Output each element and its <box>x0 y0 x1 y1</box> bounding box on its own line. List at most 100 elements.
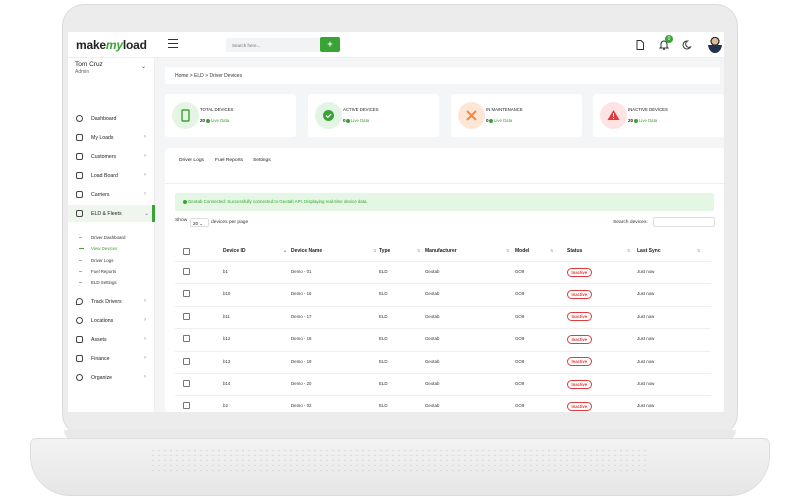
stat-icon-circle <box>600 102 627 129</box>
sort-asc-icon[interactable]: ▲ <box>283 248 287 253</box>
stat-label: INACTIVE DEVICES <box>628 107 668 112</box>
sort-icon[interactable]: ⇅ <box>373 248 376 253</box>
location-pin-icon <box>76 298 83 305</box>
stat-card-active-devices: ACTIVE DEVICES 0 Live Data <box>308 94 439 137</box>
row-divider <box>175 395 711 397</box>
sort-icon[interactable]: ⇅ <box>506 248 509 253</box>
gauge-icon <box>76 115 83 122</box>
sidebar-item-dashboard[interactable]: Dashboard <box>68 110 155 127</box>
row-checkbox[interactable] <box>183 380 190 387</box>
search-devices-input[interactable] <box>653 217 715 227</box>
table-cell: Just now <box>637 291 655 297</box>
live-data-indicator: Live Data <box>634 118 657 123</box>
select-all-checkbox[interactable] <box>183 248 190 255</box>
chart-icon <box>76 172 83 179</box>
check-circle-icon <box>323 110 334 121</box>
column-header-device-id[interactable]: Device ID <box>223 248 246 254</box>
app-logo[interactable]: makemyload <box>76 38 147 52</box>
user-name[interactable]: Tom Cruz <box>75 61 103 68</box>
sidebar-subitem-eld-settings[interactable]: ELD Settings <box>79 280 117 285</box>
show-label: Show <box>175 218 188 223</box>
column-header-last-sync[interactable]: Last Sync <box>637 248 661 254</box>
row-checkbox[interactable] <box>183 357 190 365</box>
stat-icon-circle <box>172 102 199 129</box>
notification-count-badge: 0 <box>665 35 673 43</box>
breadcrumb[interactable]: Home > ELD > Driver Devices <box>165 67 720 84</box>
sidebar: Tom Cruz Admin ⌄ Dashboard My Loads › Cu… <box>68 58 155 412</box>
tab-driver-logs[interactable]: Driver Logs <box>179 158 204 163</box>
sort-icon[interactable]: ⇅ <box>697 248 700 253</box>
stat-card-total-devices: TOTAL DEVICES 20 Live Data <box>165 94 296 137</box>
logo-my: my <box>105 38 123 52</box>
chevron-right-icon: › <box>144 355 146 361</box>
logo-prefix: make <box>76 38 106 52</box>
tab-settings[interactable]: Settings <box>253 158 271 163</box>
table-cell: Demo - 01 <box>291 269 312 274</box>
table-cell: Demo - 18 <box>291 336 312 342</box>
row-checkbox[interactable] <box>183 335 190 343</box>
sidebar-subitem-fuel-reports[interactable]: Fuel Reports <box>78 269 116 274</box>
search-input[interactable] <box>226 38 321 52</box>
row-divider <box>175 261 711 262</box>
table-cell: Just now <box>637 403 655 409</box>
document-icon[interactable] <box>634 39 646 51</box>
column-header-device-name[interactable]: Device Name <box>291 248 322 254</box>
avatar[interactable] <box>708 35 722 53</box>
chevron-right-icon: › <box>144 134 146 140</box>
sidebar-item-customers[interactable]: Customers › <box>68 148 155 165</box>
sidebar-item-eld-fleets[interactable]: ELD & Fleets ⌄ <box>68 205 155 222</box>
map-pin-icon <box>76 317 83 324</box>
column-header-type[interactable]: Type <box>379 248 390 254</box>
sidebar-item-track-drivers[interactable]: Track Drivers › <box>68 293 155 310</box>
table-cell: Demo - 16 <box>291 291 312 297</box>
sidebar-item-carriers[interactable]: Carriers › <box>68 186 155 203</box>
sort-icon[interactable]: ⇅ <box>627 248 630 253</box>
sidebar-subitem-driver-logs[interactable]: Driver Logs <box>78 258 113 263</box>
sidebar-item-label: ELD & Fleets <box>91 211 122 217</box>
sort-icon[interactable]: ⇅ <box>550 248 553 253</box>
table-cell: Geotab <box>425 358 440 364</box>
tab-fuel-reports[interactable]: Fuel Reports <box>215 158 243 163</box>
row-checkbox[interactable] <box>183 312 190 320</box>
sidebar-item-organize[interactable]: Organize › <box>68 369 155 386</box>
column-header-status[interactable]: Status <box>567 248 582 254</box>
sidebar-item-finance[interactable]: Finance › <box>68 350 155 367</box>
status-badge: Inactive <box>567 379 592 389</box>
table-cell: Just now <box>637 381 655 386</box>
status-badge: Inactive <box>567 401 592 411</box>
table-cell: GO9 <box>515 291 525 297</box>
status-badge: Inactive <box>567 357 592 367</box>
sort-icon[interactable]: ⇅ <box>417 248 420 253</box>
hamburger-menu-icon[interactable] <box>168 39 178 48</box>
sidebar-subitem-driver-dashboard[interactable]: Driver Dashboard <box>78 235 125 240</box>
status-badge: Inactive <box>567 334 592 344</box>
sidebar-item-load-board[interactable]: Load Board › <box>68 167 155 184</box>
sidebar-subitem-view-devices[interactable]: View Devices <box>78 246 117 251</box>
column-header-manufacturer[interactable]: Manufacturer <box>425 248 457 254</box>
sidebar-item-label: Carriers <box>91 192 110 198</box>
laptop-frame: makemyload + 0 Tom Cruz Admin ⌄ <box>0 0 800 500</box>
chevron-down-icon[interactable]: ⌄ <box>141 63 146 70</box>
table-cell: Geotab <box>425 403 440 409</box>
status-badge: Inactive <box>567 267 592 277</box>
row-checkbox[interactable] <box>183 402 190 410</box>
table-cell: Just now <box>637 336 655 342</box>
gear-icon <box>76 374 83 381</box>
sidebar-item-assets[interactable]: Assets › <box>68 331 155 348</box>
truck-icon <box>76 191 83 198</box>
moon-icon[interactable] <box>680 39 692 51</box>
column-header-model[interactable]: Model <box>515 248 529 254</box>
row-checkbox[interactable] <box>183 290 190 298</box>
logo-suffix: load <box>122 38 147 52</box>
row-checkbox[interactable] <box>183 268 190 275</box>
sidebar-item-my-loads[interactable]: My Loads › <box>68 129 155 146</box>
sidebar-item-label: Organize <box>91 375 113 381</box>
divider <box>165 183 724 184</box>
sidebar-item-label: Customers <box>91 154 117 160</box>
sidebar-item-locations[interactable]: Locations › <box>68 312 155 329</box>
top-bar: makemyload + 0 <box>68 32 724 58</box>
chevron-right-icon: › <box>144 336 146 342</box>
search-add-button[interactable]: + <box>320 37 340 52</box>
page-size-select[interactable]: 20 ⌄ <box>190 218 209 227</box>
handshake-icon <box>76 153 83 160</box>
